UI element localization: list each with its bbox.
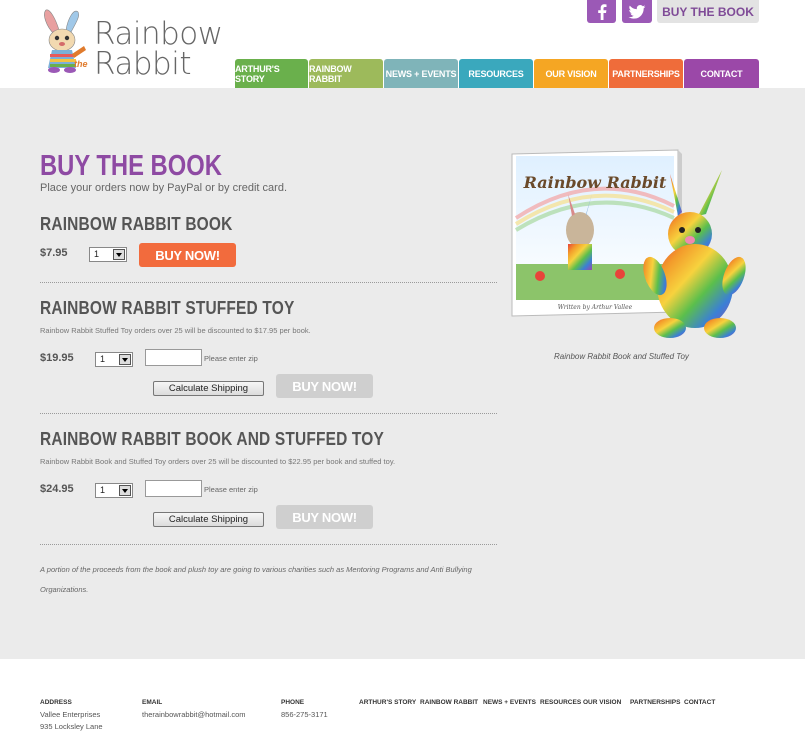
buy-now-button-bundle[interactable]: BUY NOW! bbox=[276, 505, 373, 529]
footer-address-line2: 935 Locksley Lane bbox=[40, 722, 103, 731]
footer-nav-arthurs-story[interactable]: ARTHUR'S STORY bbox=[359, 699, 416, 706]
book-and-toy-image: Rainbow Rabbit Written by Arthur Vallee bbox=[511, 149, 746, 338]
footer-nav-rainbow-rabbit[interactable]: RAINBOW RABBIT bbox=[420, 699, 478, 706]
facebook-icon bbox=[597, 3, 606, 20]
site-header: Rainbow the Rabbit BUY THE BOOK ARTHUR'S… bbox=[0, 0, 805, 88]
nav-arthurs-story[interactable]: ARTHUR'S STORY bbox=[235, 59, 308, 88]
chevron-down-icon bbox=[113, 249, 125, 260]
footer-phone: 856-275-3171 bbox=[281, 710, 328, 719]
nav-resources[interactable]: RESOURCES bbox=[459, 59, 533, 88]
main-nav: ARTHUR'S STORY RAINBOW RABBIT NEWS + EVE… bbox=[235, 59, 760, 88]
quantity-value: 1 bbox=[100, 485, 106, 495]
footer-email[interactable]: therainbowrabbit@hotmail.com bbox=[142, 710, 246, 719]
page-title: BUY THE BOOK bbox=[40, 150, 222, 182]
facebook-link[interactable] bbox=[587, 0, 616, 23]
chevron-down-icon bbox=[119, 485, 131, 496]
quantity-select-bundle[interactable]: 1 bbox=[95, 483, 133, 498]
cover-title: Rainbow Rabbit bbox=[523, 173, 667, 192]
chevron-down-icon bbox=[119, 354, 131, 365]
zip-hint-toy: Please enter zip bbox=[204, 354, 258, 363]
product-desc-toy: Rainbow Rabbit Stuffed Toy orders over 2… bbox=[40, 326, 311, 335]
divider bbox=[40, 282, 497, 283]
product-title-bundle: RAINBOW RABBIT BOOK AND STUFFED TOY bbox=[40, 429, 384, 449]
site-logo[interactable]: Rainbow the Rabbit bbox=[40, 6, 223, 82]
zip-input-bundle[interactable] bbox=[145, 480, 202, 497]
footer-email-label: EMAIL bbox=[142, 699, 163, 706]
product-image-caption: Rainbow Rabbit Book and Stuffed Toy bbox=[554, 352, 689, 361]
zip-input-toy[interactable] bbox=[145, 349, 202, 366]
rabbit-logo-icon bbox=[44, 9, 86, 73]
quantity-value: 1 bbox=[100, 354, 106, 364]
footer-address-line1: Vallee Enterprises bbox=[40, 710, 101, 719]
price-toy: $19.95 bbox=[40, 352, 74, 364]
nav-partnerships[interactable]: PARTNERSHIPS bbox=[609, 59, 683, 88]
page-subtitle: Place your orders now by PayPal or by cr… bbox=[40, 182, 288, 194]
product-title-book: RAINBOW RABBIT BOOK bbox=[40, 214, 233, 234]
buy-now-button-book[interactable]: BUY NOW! bbox=[139, 243, 236, 267]
twitter-link[interactable] bbox=[622, 0, 652, 23]
nav-contact[interactable]: CONTACT bbox=[684, 59, 759, 88]
calculate-shipping-button-toy[interactable]: Calculate Shipping bbox=[153, 381, 264, 396]
footer-nav-contact[interactable]: CONTACT bbox=[684, 699, 715, 706]
charity-note: A portion of the proceeds from the book … bbox=[40, 565, 472, 594]
cover-author: Written by Arthur Vallee bbox=[558, 304, 633, 311]
price-bundle: $24.95 bbox=[40, 483, 74, 495]
divider bbox=[40, 544, 497, 545]
product-desc-bundle: Rainbow Rabbit Book and Stuffed Toy orde… bbox=[40, 457, 396, 466]
buy-the-book-button[interactable]: BUY THE BOOK bbox=[657, 0, 759, 23]
logo-text-rabbit: Rabbit bbox=[94, 46, 191, 82]
divider bbox=[40, 413, 497, 414]
quantity-select-book[interactable]: 1 bbox=[89, 247, 127, 262]
footer-nav-our-vision[interactable]: OUR VISION bbox=[583, 699, 621, 706]
footer-nav-resources[interactable]: RESOURCES bbox=[540, 699, 581, 706]
zip-hint-bundle: Please enter zip bbox=[204, 485, 258, 494]
buy-now-button-toy[interactable]: BUY NOW! bbox=[276, 374, 373, 398]
quantity-select-toy[interactable]: 1 bbox=[95, 352, 133, 367]
quantity-value: 1 bbox=[94, 249, 100, 259]
footer-nav-partnerships[interactable]: PARTNERSHIPS bbox=[630, 699, 680, 706]
footer-nav-news-events[interactable]: NEWS + EVENTS bbox=[483, 699, 536, 706]
price-book: $7.95 bbox=[40, 247, 68, 259]
nav-rainbow-rabbit[interactable]: RAINBOW RABBIT bbox=[309, 59, 383, 88]
calculate-shipping-button-bundle[interactable]: Calculate Shipping bbox=[153, 512, 264, 527]
twitter-icon bbox=[628, 4, 646, 19]
product-title-toy: RAINBOW RABBIT STUFFED TOY bbox=[40, 298, 295, 318]
main-content: BUY THE BOOK Place your orders now by Pa… bbox=[0, 88, 805, 659]
logo-text-the: the bbox=[74, 59, 88, 69]
nav-our-vision[interactable]: OUR VISION bbox=[534, 59, 608, 88]
footer-phone-label: PHONE bbox=[281, 699, 305, 706]
nav-news-events[interactable]: NEWS + EVENTS bbox=[384, 59, 458, 88]
site-footer: ADDRESS Vallee Enterprises 935 Locksley … bbox=[0, 659, 805, 732]
footer-address-label: ADDRESS bbox=[40, 699, 72, 706]
